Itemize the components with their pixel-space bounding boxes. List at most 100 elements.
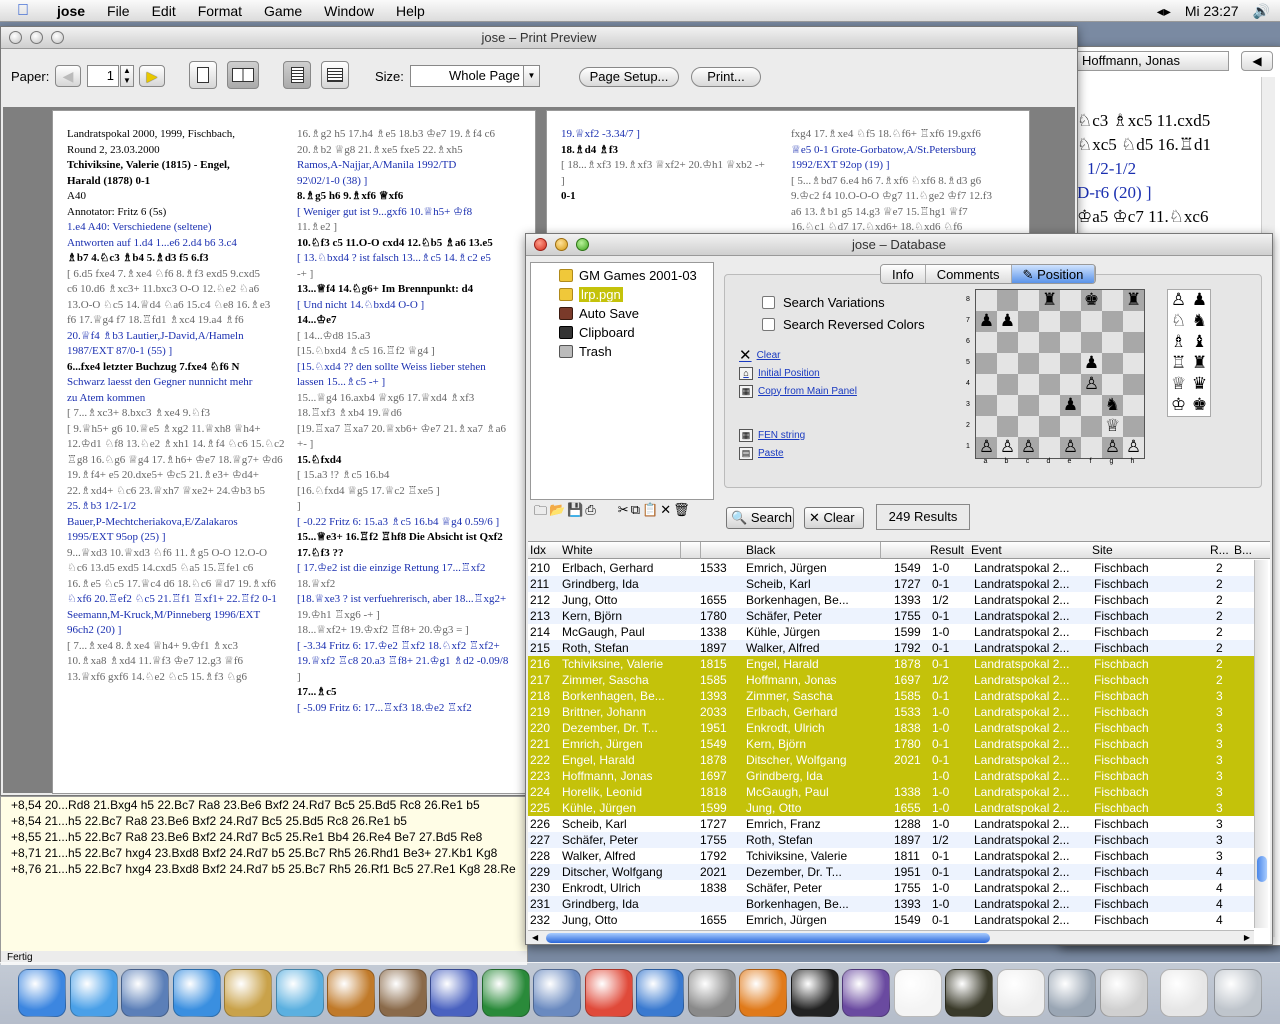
fen-string-link[interactable]: ▦ FEN string: [739, 426, 857, 444]
board-square[interactable]: ♟: [1081, 353, 1102, 374]
save-icon[interactable]: 💾: [567, 502, 583, 532]
board-square[interactable]: [997, 332, 1018, 353]
board-square[interactable]: [997, 395, 1018, 416]
board-square[interactable]: [1018, 332, 1039, 353]
search-variations-checkbox[interactable]: Search Variations: [762, 291, 925, 313]
board-square[interactable]: [1018, 290, 1039, 311]
cut-icon[interactable]: ✂: [618, 502, 629, 532]
table-row[interactable]: 222 Engel, Harald 1878 Ditscher, Wolfgang 20…: [528, 752, 1254, 768]
board-square[interactable]: ♟: [997, 311, 1018, 332]
vertical-scrollbar[interactable]: [1254, 560, 1268, 928]
palette-piece[interactable]: ♗: [1168, 332, 1189, 353]
board-square[interactable]: [997, 290, 1018, 311]
menu-game[interactable]: Game: [253, 0, 313, 22]
board-square[interactable]: [1081, 437, 1102, 458]
initial-position-link[interactable]: ⌂ Initial Position: [739, 364, 857, 382]
board-square[interactable]: ♙: [1123, 437, 1144, 458]
board-square[interactable]: ♟: [976, 311, 997, 332]
clock[interactable]: Mi 23:27: [1185, 3, 1239, 19]
table-row[interactable]: 217 Zimmer, Sascha 1585 Hoffmann, Jonas 1697…: [528, 672, 1254, 688]
board-square[interactable]: [1102, 353, 1123, 374]
stuffit-icon[interactable]: [842, 969, 890, 1017]
garageband-icon[interactable]: [327, 969, 375, 1017]
table-row[interactable]: 210 Erlbach, Gerhard 1533 Emrich, Jürgen 154…: [528, 560, 1254, 576]
table-row[interactable]: 224 Horelik, Leonid 1818 McGaugh, Paul 1338 1…: [528, 784, 1254, 800]
board-square[interactable]: [1102, 374, 1123, 395]
menu-edit[interactable]: Edit: [141, 0, 187, 22]
apple-menu-icon[interactable]: : [0, 2, 46, 20]
idvd-icon[interactable]: [533, 969, 581, 1017]
board-square[interactable]: [1060, 311, 1081, 332]
board-square[interactable]: [1039, 353, 1060, 374]
palette-piece[interactable]: ♝: [1189, 332, 1210, 353]
table-row[interactable]: 213 Kern, Björn 1780 Schäfer, Peter 1755 0-1 L…: [528, 608, 1254, 624]
scroll-right-icon[interactable]: ▶: [1244, 931, 1250, 944]
board-square[interactable]: ♙: [1060, 437, 1081, 458]
help-icon[interactable]: [1048, 969, 1096, 1017]
palette-piece[interactable]: ♚: [1189, 395, 1210, 416]
menu-format[interactable]: Format: [187, 0, 253, 22]
quicktime-icon[interactable]: [636, 969, 684, 1017]
table-row[interactable]: 218 Borkenhagen, Be... 1393 Zimmer, Sascha 1…: [528, 688, 1254, 704]
table-row[interactable]: 220 Dezember, Dr. T... 1951 Enkrodt, Ulrich…: [528, 720, 1254, 736]
clear-button[interactable]: ✕ Clear: [804, 507, 864, 529]
mail-icon[interactable]: [121, 969, 169, 1017]
search-reversed-colors-checkbox[interactable]: Search Reversed Colors: [762, 313, 925, 335]
delete-icon[interactable]: ✕: [660, 502, 671, 532]
table-row[interactable]: 212 Jung, Otto 1655 Borkenhagen, Be... 1393 1…: [528, 592, 1254, 608]
table-row[interactable]: 215 Roth, Stefan 1897 Walker, Alfred 1792 0-1…: [528, 640, 1254, 656]
board-square[interactable]: [1123, 311, 1144, 332]
position-board[interactable]: ♜ ♚ ♜ ♟ ♟ ♟ ♙ ♟ ♞ ♕ ♙ ♙ ♙ ♙ ♙ ♙: [975, 289, 1145, 459]
palette-piece[interactable]: ♞: [1189, 311, 1210, 332]
board-square[interactable]: ♙: [1081, 374, 1102, 395]
console-icon[interactable]: [945, 969, 993, 1017]
board-square[interactable]: [1018, 374, 1039, 395]
volume-icon[interactable]: 🔊: [1253, 3, 1270, 20]
board-square[interactable]: [1123, 353, 1144, 374]
table-row[interactable]: 229 Ditscher, Wolfgang 2021 Dezember, Dr. T…: [528, 864, 1254, 880]
trash-icon[interactable]: [1214, 969, 1262, 1017]
palette-piece[interactable]: ♙: [1168, 290, 1189, 311]
table-row[interactable]: 219 Brittner, Johann 2033 Erlbach, Gerhard 1…: [528, 704, 1254, 720]
itunes-icon[interactable]: [275, 969, 324, 1017]
print-button[interactable]: Print...: [691, 67, 761, 87]
board-square[interactable]: [976, 416, 997, 437]
board-square[interactable]: ♙: [1018, 437, 1039, 458]
database-title-bar[interactable]: jose – Database: [526, 234, 1272, 256]
table-row[interactable]: 231 Grindberg, Ida Borkenhagen, Be... 1393 1…: [528, 896, 1254, 912]
board-square[interactable]: ♙: [1102, 437, 1123, 458]
previous-page-button[interactable]: ◀: [55, 65, 81, 87]
board-square[interactable]: ♙: [997, 437, 1018, 458]
paste-icon[interactable]: 📋: [642, 502, 658, 532]
board-square[interactable]: [1060, 332, 1081, 353]
single-page-button[interactable]: [189, 61, 217, 89]
board-square[interactable]: [1039, 332, 1060, 353]
input-menu-icon[interactable]: ◂▸: [1157, 3, 1171, 20]
paste-link[interactable]: ▤ Paste: [739, 444, 857, 462]
board-square[interactable]: [1123, 416, 1144, 437]
board-square[interactable]: [1039, 416, 1060, 437]
board-square[interactable]: [1060, 290, 1081, 311]
tab-info[interactable]: Info: [881, 265, 926, 283]
board-square[interactable]: [1039, 311, 1060, 332]
close-button[interactable]: [9, 31, 22, 44]
minimize-button[interactable]: [555, 238, 568, 251]
zoom-button[interactable]: [51, 31, 64, 44]
table-row[interactable]: 227 Schäfer, Peter 1755 Roth, Stefan 1897 1/2…: [528, 832, 1254, 848]
xml-document-icon[interactable]: [893, 969, 942, 1017]
board-square[interactable]: [1039, 395, 1060, 416]
checkbox-box[interactable]: [762, 295, 775, 309]
copy-icon[interactable]: ⧉: [631, 502, 640, 532]
tab-comments[interactable]: Comments: [925, 265, 1012, 283]
table-row[interactable]: 223 Hoffmann, Jonas 1697 Grindberg, Ida 1-0 L…: [528, 768, 1254, 784]
text-layout-button[interactable]: [283, 61, 311, 89]
board-square[interactable]: [976, 290, 997, 311]
table-row[interactable]: 225 Kühle, Jürgen 1599 Jung, Otto 1655 1-0 Lan…: [528, 800, 1254, 816]
scroll-left-icon[interactable]: ◀: [532, 931, 538, 944]
page-setup-button[interactable]: Page Setup...: [579, 67, 679, 87]
menu-file[interactable]: File: [96, 0, 141, 22]
board-square[interactable]: ♚: [1081, 290, 1102, 311]
columns-layout-button[interactable]: [321, 61, 349, 89]
board-square[interactable]: [1018, 311, 1039, 332]
palette-piece[interactable]: ♘: [1168, 311, 1189, 332]
